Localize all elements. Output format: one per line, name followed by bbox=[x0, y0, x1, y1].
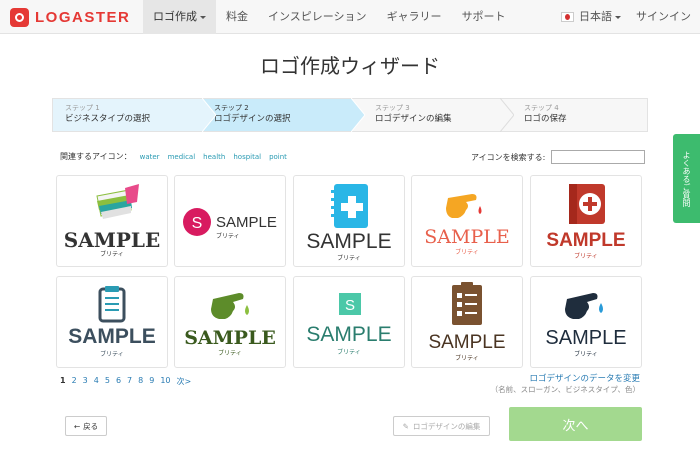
logo-sample-text: SAMPLE bbox=[306, 323, 392, 346]
page-link[interactable]: 3 bbox=[83, 376, 88, 387]
brand-logo[interactable]: LOGASTER bbox=[10, 7, 130, 27]
page-link[interactable]: 7 bbox=[127, 376, 132, 387]
menu-item-pricing[interactable]: 料金 bbox=[216, 0, 258, 34]
logo-tagline: ブリティ bbox=[337, 255, 361, 262]
brand-name: LOGASTER bbox=[35, 8, 131, 26]
logo-tagline: ブリティ bbox=[216, 233, 240, 240]
logo-tagline: ブリティ bbox=[574, 253, 598, 260]
logo-tagline: ブリティ bbox=[455, 249, 479, 256]
logo-card[interactable]: SAMPLE ブリティ bbox=[411, 276, 523, 368]
logo-card[interactable]: SAMPLE ブリティ bbox=[174, 276, 286, 368]
back-button-label: 戻る bbox=[83, 421, 99, 431]
edit-logo-data-hint: （名前、スローガン、ビジネスタイプ、色） bbox=[490, 385, 640, 394]
signin-link[interactable]: サインイン bbox=[636, 0, 691, 34]
logo-sample-text: SAMPLE bbox=[424, 226, 510, 248]
arrow-left-icon: ← bbox=[73, 421, 81, 431]
edit-logo-data-link[interactable]: ロゴデザインのデータを変更 bbox=[472, 372, 640, 384]
wizard-step-2[interactable]: ステップ 2 ロゴデザインの選択 bbox=[202, 99, 351, 131]
page-link[interactable]: 4 bbox=[94, 376, 99, 387]
language-selector[interactable]: 日本語 bbox=[561, 0, 621, 34]
related-icons: 関連するアイコン： water medical health hospital … bbox=[60, 151, 287, 162]
faq-label: よくあるご質問 bbox=[682, 150, 691, 207]
logo-card[interactable]: SAMPLE ブリティ bbox=[56, 276, 168, 368]
step-name: ロゴの保存 bbox=[524, 114, 567, 124]
logo-tagline: ブリティ bbox=[337, 349, 361, 356]
wizard-step-3: ステップ 3 ロゴデザインの編集 bbox=[363, 99, 452, 131]
logo-card[interactable]: S SAMPLE ブリティ bbox=[293, 276, 405, 368]
next-button[interactable]: 次へ bbox=[509, 407, 642, 441]
icon-search-input[interactable] bbox=[551, 150, 645, 164]
japan-flag-icon bbox=[561, 12, 574, 22]
top-navbar: LOGASTER ロゴ作成 料金 インスピレーション ギャラリー サポート 日本… bbox=[0, 0, 700, 34]
caret-down-icon bbox=[200, 15, 206, 19]
logaster-logo-icon bbox=[10, 7, 29, 27]
logo-sample-text: SAMPLE bbox=[428, 332, 506, 353]
tag-link[interactable]: health bbox=[203, 153, 225, 161]
menu-item-gallery[interactable]: ギャラリー bbox=[377, 0, 452, 34]
step-name: ロゴデザインの選択 bbox=[214, 114, 291, 124]
page-link-current[interactable]: 1 bbox=[60, 376, 66, 387]
logo-card[interactable]: SAMPLE ブリティ bbox=[530, 276, 642, 368]
logo-sample-text: SAMPLE bbox=[184, 327, 276, 349]
logo-sample-text: SAMPLE bbox=[216, 214, 277, 231]
logo-sample-text: SAMPLE bbox=[545, 327, 627, 349]
step-number: ステップ 1 bbox=[65, 104, 100, 112]
logo-card[interactable]: SAMPLE ブリティ bbox=[530, 175, 642, 267]
step-name: ロゴデザインの編集 bbox=[375, 114, 452, 124]
step-name: ビジネスタイプの選択 bbox=[65, 114, 151, 124]
page-link[interactable]: 8 bbox=[138, 376, 143, 387]
pencil-icon: ✎ bbox=[402, 421, 409, 431]
menu-item-support[interactable]: サポート bbox=[452, 0, 516, 34]
logo-tagline: ブリティ bbox=[100, 251, 124, 258]
logo-card[interactable]: SAMPLE ブリティ bbox=[411, 175, 523, 267]
faq-side-tab[interactable]: よくあるご質問 bbox=[673, 134, 700, 223]
logo-sample-text: SAMPLE bbox=[546, 230, 626, 251]
next-page-link[interactable]: 次> bbox=[177, 376, 192, 387]
page-title: ロゴ作成ウィザード bbox=[260, 54, 440, 78]
edit-design-label: ロゴデザインの編集 bbox=[412, 421, 481, 431]
caret-down-icon bbox=[615, 15, 621, 19]
logo-sample-text: SAMPLE bbox=[306, 230, 392, 253]
wizard-step-4: ステップ 4 ロゴの保存 bbox=[512, 99, 567, 131]
logo-tagline: ブリティ bbox=[100, 351, 124, 358]
page-link[interactable]: 10 bbox=[160, 376, 170, 387]
logo-tagline: ブリティ bbox=[455, 355, 479, 362]
step-divider-arrow bbox=[202, 98, 216, 132]
wizard-step-1[interactable]: ステップ 1 ビジネスタイプの選択 bbox=[53, 99, 202, 131]
menu-item-inspiration[interactable]: インスピレーション bbox=[258, 0, 377, 34]
svg-text:S: S bbox=[345, 297, 355, 314]
step-number: ステップ 3 bbox=[375, 104, 410, 112]
logo-sample-text: SAMPLE bbox=[68, 325, 156, 348]
tag-link[interactable]: water bbox=[140, 153, 160, 161]
logo-tagline: ブリティ bbox=[574, 351, 598, 358]
tag-link[interactable]: point bbox=[269, 153, 287, 161]
related-icons-label: 関連するアイコン： bbox=[60, 152, 132, 161]
tag-link[interactable]: hospital bbox=[233, 153, 261, 161]
logo-tagline: ブリティ bbox=[218, 350, 242, 357]
pagination: 1 2 3 4 5 6 7 8 9 10 次> bbox=[60, 376, 197, 387]
page-link[interactable]: 6 bbox=[116, 376, 121, 387]
language-label: 日本語 bbox=[579, 10, 612, 23]
svg-text:S: S bbox=[192, 215, 203, 232]
menu-item-label: ロゴ作成 bbox=[153, 10, 197, 23]
menu-item-logo-create[interactable]: ロゴ作成 bbox=[143, 0, 216, 34]
wizard-steps: ステップ 1 ビジネスタイプの選択 ステップ 2 ロゴデザインの選択 ステップ … bbox=[52, 98, 648, 132]
page-link[interactable]: 2 bbox=[72, 376, 77, 387]
back-button[interactable]: ← 戻る bbox=[65, 416, 107, 436]
logo-card[interactable]: S SAMPLE ブリティ bbox=[174, 175, 286, 267]
logo-card[interactable]: SAMPLE ブリティ bbox=[293, 175, 405, 267]
logo-card[interactable]: SAMPLE ブリティ bbox=[56, 175, 168, 267]
icon-search-label: アイコンを検索する: bbox=[471, 153, 546, 162]
page-link[interactable]: 9 bbox=[149, 376, 154, 387]
step-number: ステップ 4 bbox=[524, 104, 559, 112]
tag-link[interactable]: medical bbox=[168, 153, 196, 161]
edit-design-button[interactable]: ✎ ロゴデザインの編集 bbox=[393, 416, 490, 436]
step-number: ステップ 2 bbox=[214, 104, 249, 112]
main-menu: ロゴ作成 料金 インスピレーション ギャラリー サポート bbox=[143, 0, 516, 34]
page-link[interactable]: 5 bbox=[105, 376, 110, 387]
